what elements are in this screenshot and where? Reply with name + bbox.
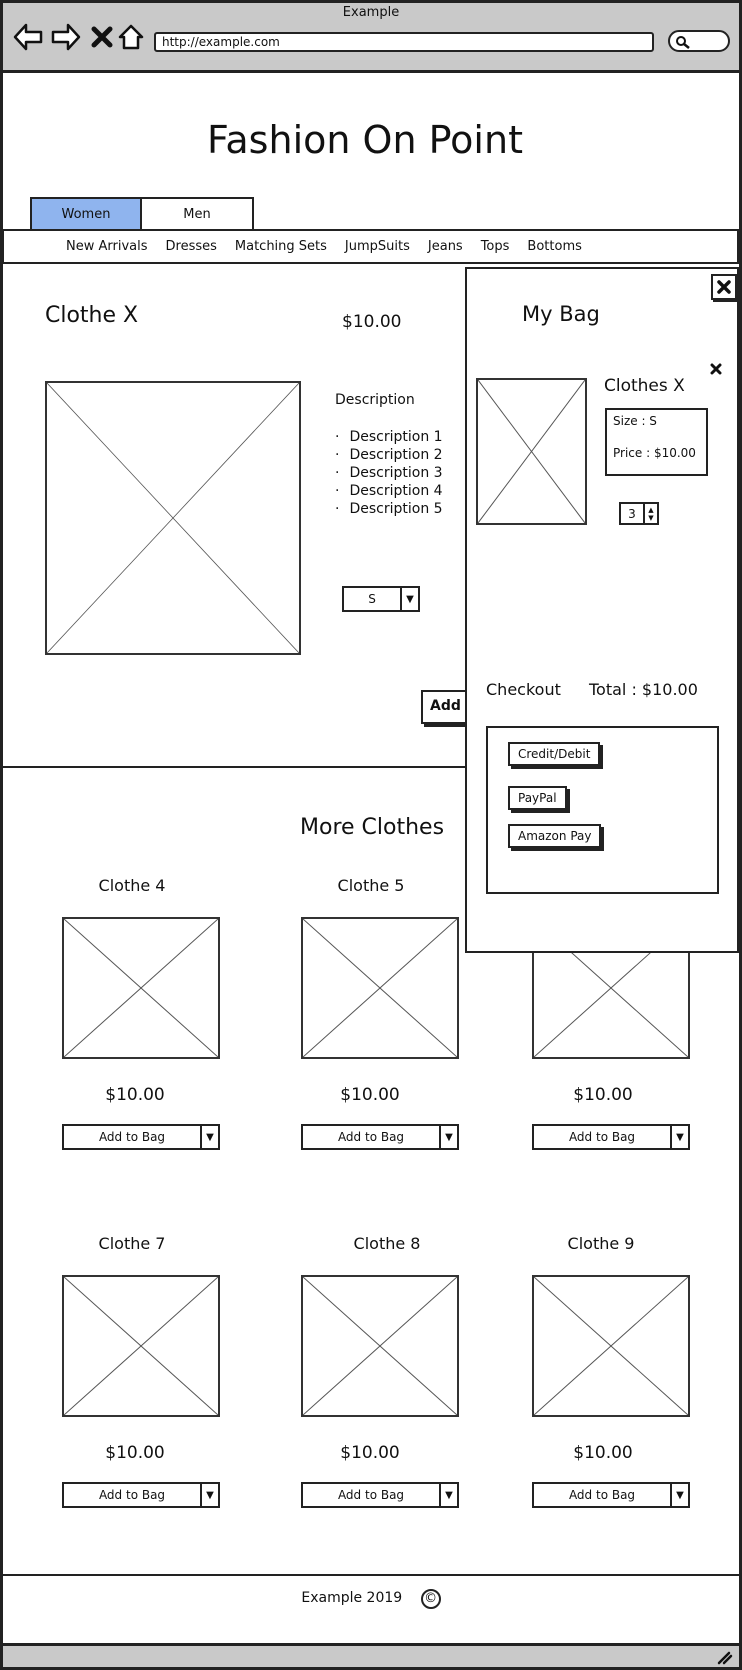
description-item: Description 3 bbox=[335, 464, 442, 482]
copyright-icon: © bbox=[420, 1589, 441, 1609]
category-tops[interactable]: Tops bbox=[481, 239, 510, 254]
description-item: Description 4 bbox=[335, 482, 442, 500]
chevron-down-icon: ▼ bbox=[670, 1484, 688, 1506]
bag-title: My Bag bbox=[522, 302, 600, 326]
add-to-bag-label: Add to Bag bbox=[98, 1488, 166, 1502]
chevron-down-icon: ▼ bbox=[200, 1126, 218, 1148]
product-title: Clothe X bbox=[45, 303, 139, 328]
close-icon bbox=[717, 280, 731, 294]
amazon-pay-button[interactable]: Amazon Pay bbox=[508, 824, 602, 848]
home-icon[interactable] bbox=[116, 22, 146, 52]
item-image[interactable] bbox=[301, 917, 459, 1059]
add-to-bag-select[interactable]: Add to Bag ▼ bbox=[301, 1124, 459, 1150]
bag-item-image bbox=[476, 378, 587, 525]
add-to-bag-label: Add to Bag bbox=[568, 1488, 636, 1502]
stepper-arrows-icon[interactable]: ▲ ▼ bbox=[643, 504, 657, 523]
add-to-bag-select[interactable]: Add to Bag ▼ bbox=[62, 1124, 220, 1150]
add-to-bag-select[interactable]: Add to Bag ▼ bbox=[62, 1482, 220, 1508]
product-image bbox=[45, 381, 301, 655]
category-jumpsuits[interactable]: JumpSuits bbox=[345, 239, 410, 254]
description-heading: Description bbox=[335, 392, 415, 408]
add-to-bag-label: Add to Bag bbox=[568, 1130, 636, 1144]
description-item: Description 5 bbox=[335, 500, 442, 518]
category-matching-sets[interactable]: Matching Sets bbox=[235, 239, 327, 254]
description-item: Description 2 bbox=[335, 446, 442, 464]
item-price: $10.00 bbox=[340, 1443, 400, 1463]
credit-debit-button[interactable]: Credit/Debit bbox=[508, 742, 601, 766]
bag-item-price: Price : $10.00 bbox=[613, 446, 696, 460]
category-nav: New Arrivals Dresses Matching Sets JumpS… bbox=[2, 229, 739, 264]
item-image[interactable] bbox=[62, 1275, 220, 1417]
remove-item-button[interactable] bbox=[710, 360, 722, 379]
add-to-bag-select[interactable]: Add to Bag ▼ bbox=[301, 1482, 459, 1508]
item-price: $10.00 bbox=[105, 1443, 165, 1463]
item-price: $10.00 bbox=[573, 1085, 633, 1105]
tab-men[interactable]: Men bbox=[142, 199, 252, 229]
item-price: $10.00 bbox=[340, 1085, 400, 1105]
size-select-value: S bbox=[368, 592, 376, 606]
add-to-bag-select[interactable]: Add to Bag ▼ bbox=[532, 1482, 690, 1508]
chevron-down-icon: ▼ bbox=[439, 1484, 457, 1506]
add-to-bag-label: Add to Bag bbox=[337, 1130, 405, 1144]
address-bar[interactable]: http://example.com bbox=[154, 32, 654, 52]
close-bag-button[interactable] bbox=[711, 274, 737, 300]
item-price: $10.00 bbox=[573, 1443, 633, 1463]
category-jeans[interactable]: Jeans bbox=[428, 239, 463, 254]
item-name: Clothe 4 bbox=[98, 876, 166, 895]
stop-icon[interactable] bbox=[87, 22, 117, 52]
footer-divider bbox=[3, 1574, 739, 1576]
footer: Example 2019 © bbox=[0, 1589, 742, 1609]
bag-item-name: Clothes X bbox=[604, 376, 685, 396]
item-image[interactable] bbox=[532, 1275, 690, 1417]
add-to-bag-select[interactable]: Add to Bag ▼ bbox=[532, 1124, 690, 1150]
window-title: Example bbox=[342, 5, 400, 20]
paypal-button[interactable]: PayPal bbox=[508, 786, 567, 810]
chevron-down-icon: ▼ bbox=[200, 1484, 218, 1506]
item-name: Clothe 5 bbox=[337, 876, 405, 895]
description-list: Description 1 Description 2 Description … bbox=[335, 428, 442, 518]
item-image[interactable] bbox=[62, 917, 220, 1059]
chevron-down-icon: ▼ bbox=[400, 588, 418, 610]
item-image[interactable] bbox=[301, 1275, 459, 1417]
status-bar bbox=[0, 1643, 742, 1670]
quantity-stepper[interactable]: 3 ▲ ▼ bbox=[619, 502, 659, 525]
site-title: Fashion On Point bbox=[207, 118, 523, 162]
gender-tabs: Women Men bbox=[30, 197, 254, 231]
category-new-arrivals[interactable]: New Arrivals bbox=[66, 239, 148, 254]
forward-icon[interactable] bbox=[51, 22, 81, 52]
add-to-bag-label: Add to Bag bbox=[98, 1130, 166, 1144]
footer-text: Example 2019 bbox=[301, 1590, 403, 1606]
bag-item-size: Size : S bbox=[613, 414, 657, 428]
browser-search-field[interactable] bbox=[668, 30, 730, 52]
quantity-value: 3 bbox=[628, 506, 636, 521]
checkout-label: Checkout bbox=[486, 680, 561, 699]
item-name: Clothe 8 bbox=[353, 1234, 421, 1253]
resize-grip-icon[interactable] bbox=[715, 1649, 733, 1665]
bag-item-details: Size : S Price : $10.00 bbox=[605, 408, 708, 476]
chevron-down-icon: ▼ bbox=[670, 1126, 688, 1148]
add-to-bag-label: Add to Bag bbox=[337, 1488, 405, 1502]
category-bottoms[interactable]: Bottoms bbox=[527, 239, 581, 254]
tab-women[interactable]: Women bbox=[32, 199, 142, 229]
total-label: Total : $10.00 bbox=[589, 680, 698, 699]
search-icon bbox=[676, 36, 690, 49]
item-price: $10.00 bbox=[105, 1085, 165, 1105]
item-name: Clothe 7 bbox=[98, 1234, 166, 1253]
item-name: Clothe 9 bbox=[567, 1234, 635, 1253]
back-icon[interactable] bbox=[13, 22, 43, 52]
description-item: Description 1 bbox=[335, 428, 442, 446]
more-clothes-title: More Clothes bbox=[300, 815, 445, 840]
chevron-down-icon: ▼ bbox=[439, 1126, 457, 1148]
close-icon bbox=[710, 363, 722, 375]
category-dresses[interactable]: Dresses bbox=[166, 239, 217, 254]
size-select[interactable]: S ▼ bbox=[342, 586, 420, 612]
product-price: $10.00 bbox=[342, 312, 402, 332]
